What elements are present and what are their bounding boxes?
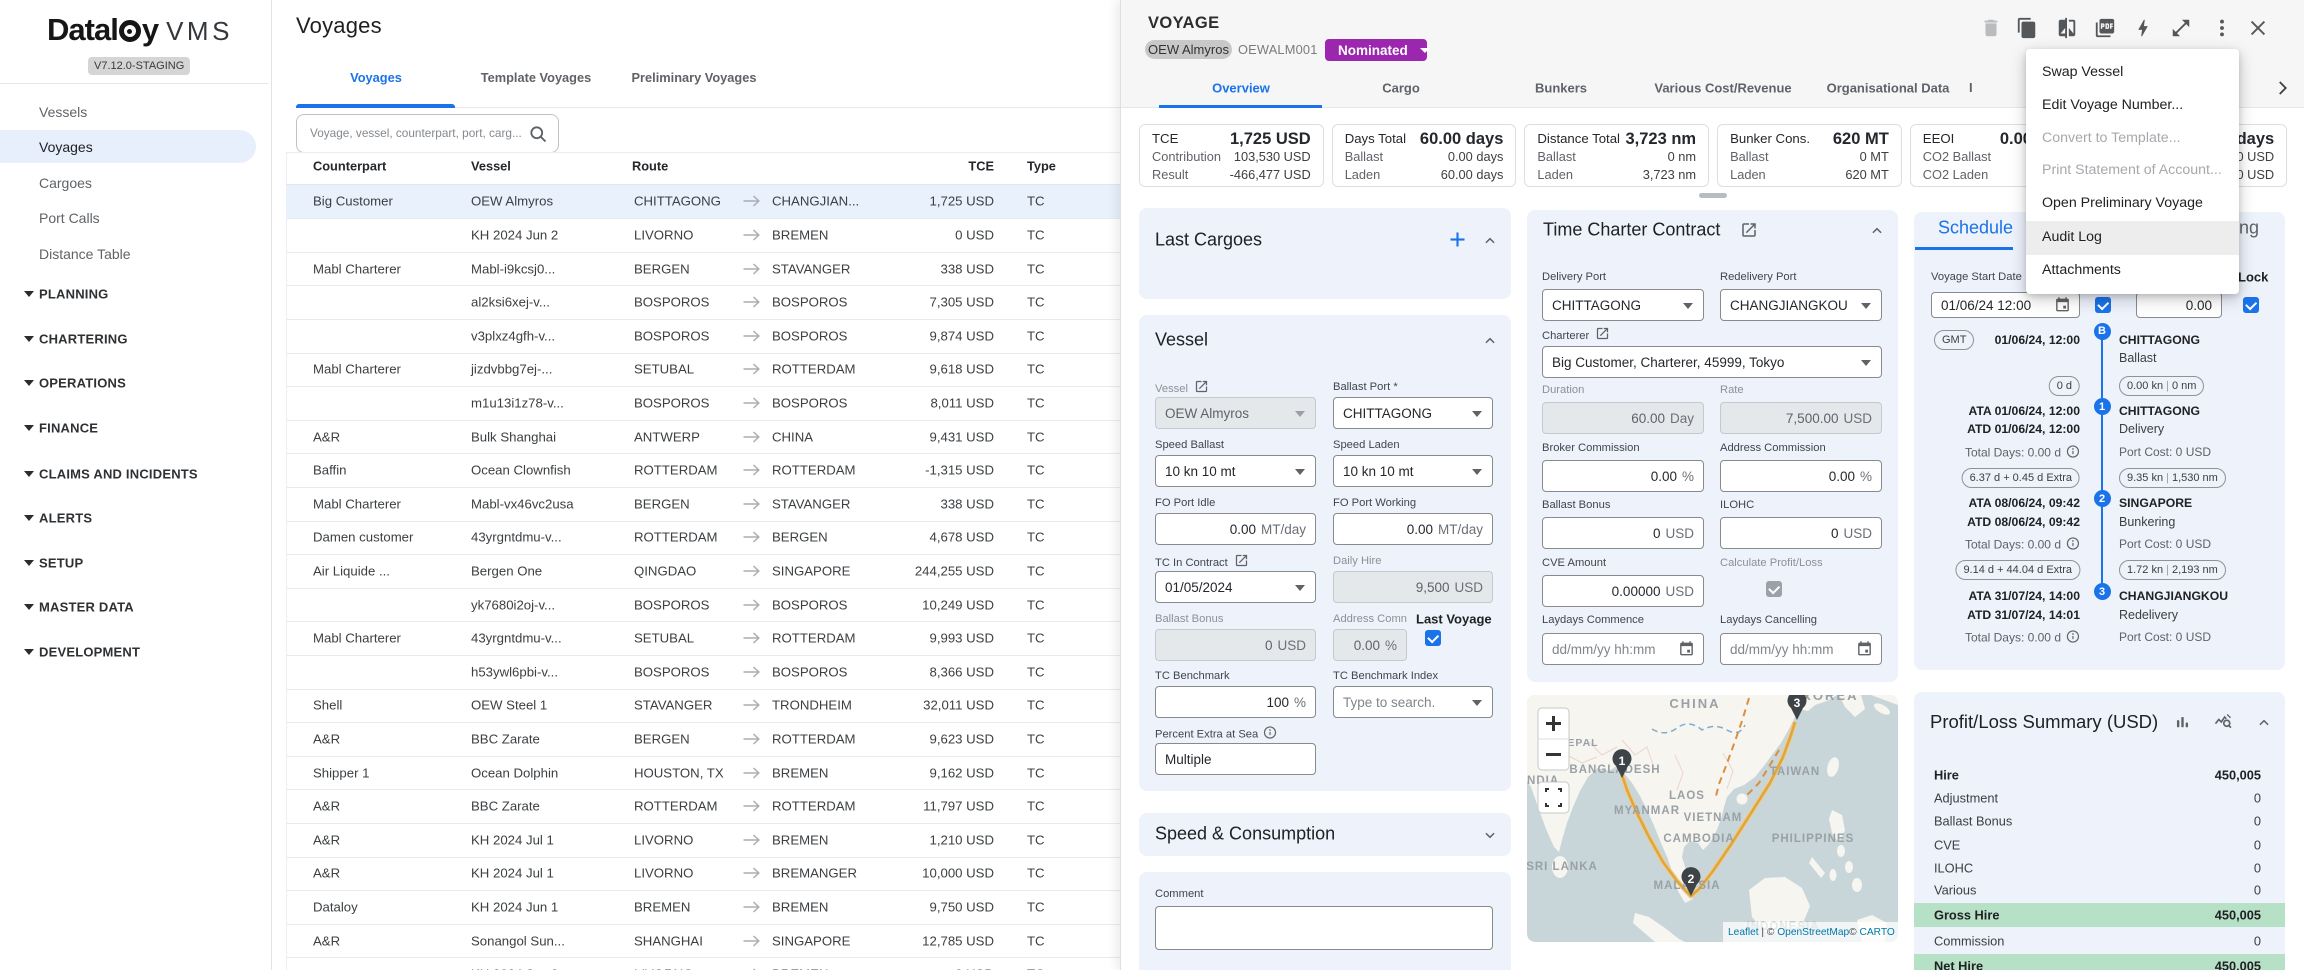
svg-text:BANGLADESH: BANGLADESH: [1569, 764, 1660, 776]
svg-text:1: 1: [1619, 754, 1626, 768]
svg-text:CHINA: CHINA: [1669, 696, 1720, 711]
svg-text:KOREA: KOREA: [1802, 695, 1859, 703]
svg-text:2: 2: [1688, 872, 1695, 886]
svg-text:VIETNAM: VIETNAM: [1684, 812, 1743, 824]
svg-text:3: 3: [1794, 696, 1801, 710]
svg-text:Leaflet | © OpenStreetMap© CAR: Leaflet | © OpenStreetMap© CARTO: [1728, 927, 1895, 938]
svg-text:MYANMAR: MYANMAR: [1614, 805, 1680, 817]
svg-text:PHILIPPINES: PHILIPPINES: [1772, 833, 1855, 845]
svg-text:EPAL: EPAL: [1567, 737, 1598, 749]
svg-text:CAMBODIA: CAMBODIA: [1663, 833, 1734, 845]
svg-text:SRI LANKA: SRI LANKA: [1527, 861, 1598, 873]
svg-text:LAOS: LAOS: [1669, 790, 1705, 802]
svg-text:TAIWAN: TAIWAN: [1770, 766, 1821, 778]
